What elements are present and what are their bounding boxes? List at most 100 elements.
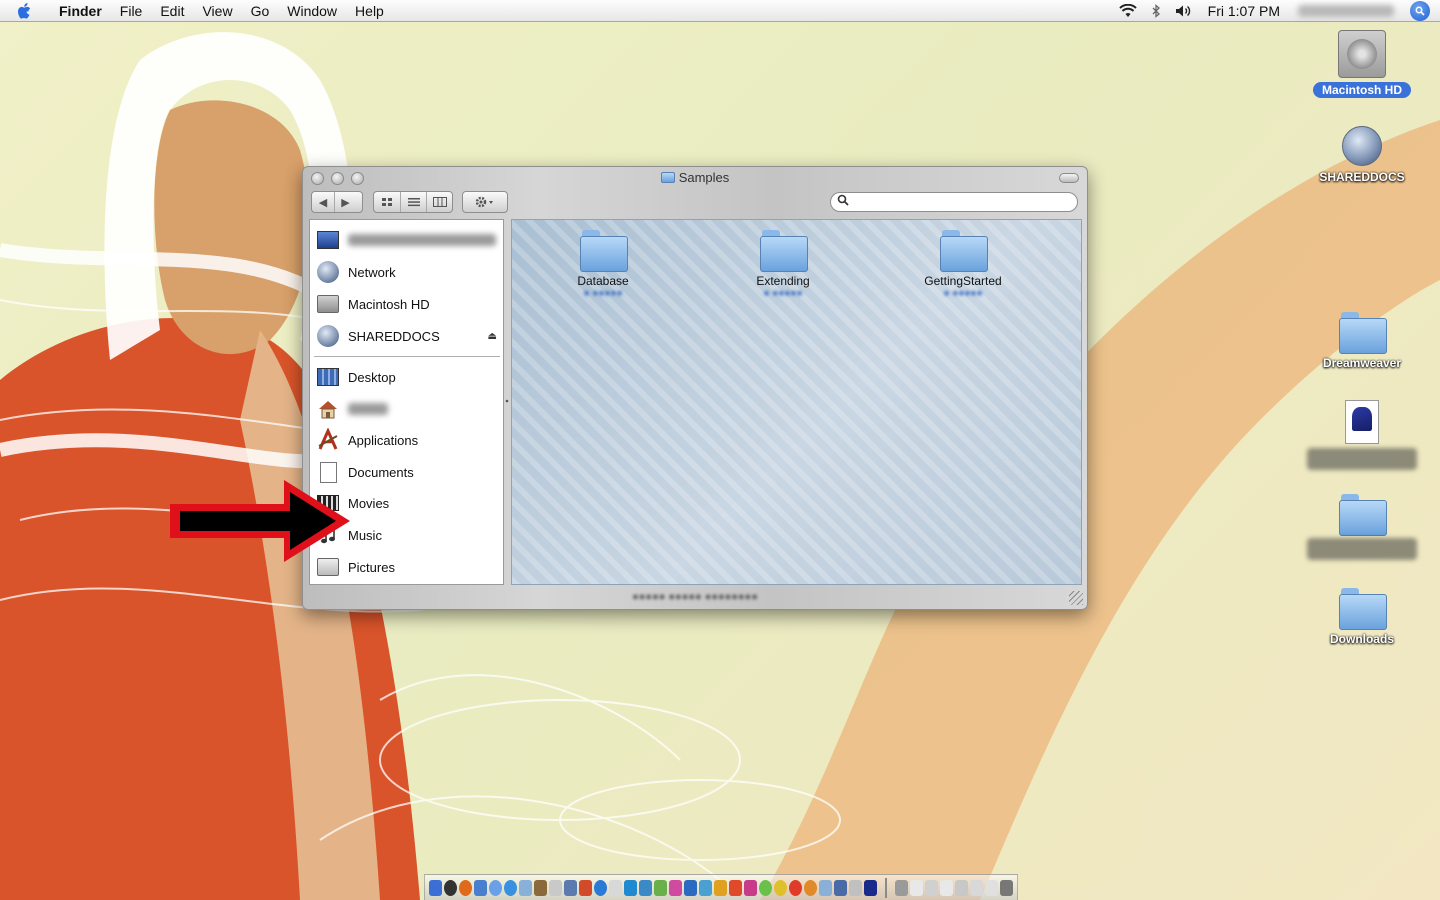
dock-minimized-window-icon[interactable] [910, 879, 923, 896]
dock-itunes-icon[interactable] [549, 879, 562, 896]
user-name-blurred[interactable] [1298, 5, 1394, 17]
trash-icon[interactable] [1000, 879, 1013, 896]
desktop-icon-shareddocs[interactable]: SHAREDDOCS [1302, 126, 1422, 184]
dock-safari-icon[interactable] [504, 879, 517, 896]
sidebar-split-handle[interactable] [505, 397, 509, 405]
search-input[interactable] [853, 195, 1063, 209]
dock-minimized-window-icon[interactable] [985, 879, 998, 896]
dock-app-icon[interactable] [519, 879, 532, 896]
sidebar-item-macintosh-hd[interactable]: Macintosh HD [310, 289, 503, 319]
dock-app-icon[interactable] [474, 879, 487, 896]
file-item-gettingstarted[interactable]: GettingStarted ● ●●●●● [903, 230, 1023, 299]
dock-app-icon[interactable] [729, 879, 742, 896]
sidebar-item-home[interactable] [310, 394, 503, 424]
file-browser-content: Database ● ●●●●● Extending ● ●●●●● Getti… [511, 219, 1082, 585]
sidebar-item-shareddocs[interactable]: SHAREDDOCS ⏏ [310, 321, 503, 351]
file-item-database[interactable]: Database ● ●●●●● [543, 230, 663, 299]
file-item-count-blurred: ● ●●●●● [583, 288, 623, 299]
window-title-text: Samples [678, 170, 730, 185]
network-volume-icon [1342, 126, 1382, 166]
menu-clock[interactable]: Fri 1:07 PM [1198, 3, 1290, 19]
sidebar-item-label: Desktop [348, 369, 396, 385]
dock-firefox-icon[interactable] [459, 879, 472, 896]
dock [424, 874, 1018, 900]
desktop-icon-document[interactable] [1302, 400, 1422, 470]
menu-view[interactable]: View [193, 0, 241, 22]
dock-app-icon[interactable] [609, 879, 622, 896]
dock-app-icon[interactable] [639, 879, 652, 896]
menu-edit[interactable]: Edit [151, 0, 193, 22]
dock-app-icon[interactable] [819, 879, 832, 896]
sidebar-item-label: Macintosh HD [348, 296, 430, 312]
sidebar-item-applications[interactable]: Applications [310, 425, 503, 455]
search-field[interactable] [830, 192, 1078, 212]
file-item-name: Extending [756, 274, 810, 288]
apple-menu-icon[interactable] [0, 2, 50, 20]
wifi-icon[interactable] [1114, 0, 1142, 22]
dock-app-icon[interactable] [744, 879, 757, 896]
menu-app-finder[interactable]: Finder [50, 0, 111, 22]
volume-icon[interactable] [1170, 0, 1198, 22]
dock-finder-icon[interactable] [429, 879, 442, 896]
dock-app-icon[interactable] [624, 879, 637, 896]
sidebar-item-desktop[interactable]: Desktop [310, 362, 503, 392]
dock-minimized-window-icon[interactable] [925, 879, 938, 896]
sidebar-item-network[interactable]: Network [310, 257, 503, 287]
dock-app-icon[interactable] [684, 879, 697, 896]
spotlight-icon[interactable] [1410, 1, 1430, 21]
dock-minimized-window-icon[interactable] [955, 879, 968, 896]
column-view-button[interactable] [426, 192, 452, 212]
dock-app-icon[interactable] [714, 879, 727, 896]
dock-app-icon[interactable] [669, 879, 682, 896]
icon-view-button[interactable] [374, 192, 400, 212]
list-view-button[interactable] [400, 192, 426, 212]
dock-app-icon[interactable] [789, 879, 802, 896]
action-menu-button[interactable] [462, 191, 508, 213]
back-button[interactable]: ◀ [312, 192, 334, 212]
dock-app-icon[interactable] [834, 879, 847, 896]
desktop-icon-downloads[interactable]: Downloads [1302, 588, 1422, 646]
window-titlebar[interactable]: Samples [303, 167, 1087, 189]
desktop-icon-folder[interactable] [1302, 494, 1422, 560]
desktop-icon-label: SHAREDDOCS [1319, 170, 1405, 184]
dock-app-icon[interactable] [864, 879, 877, 896]
dock-minimized-window-icon[interactable] [940, 879, 953, 896]
desktop-icon-macintosh-hd[interactable]: Macintosh HD [1302, 30, 1422, 98]
window-title: Samples [303, 170, 1087, 185]
dock-dashboard-icon[interactable] [444, 879, 457, 896]
forward-button[interactable]: ▶ [334, 192, 356, 212]
menu-bar: Finder File Edit View Go Window Help Fri… [0, 0, 1440, 22]
file-item-extending[interactable]: Extending ● ●●●●● [723, 230, 843, 299]
sidebar-item-computer[interactable] [310, 225, 503, 255]
dock-app-icon[interactable] [774, 879, 787, 896]
dock-app-icon[interactable] [759, 879, 772, 896]
dock-minimized-window-icon[interactable] [970, 879, 983, 896]
dock-app-icon[interactable] [654, 879, 667, 896]
dock-app-icon[interactable] [489, 879, 502, 896]
menu-go[interactable]: Go [242, 0, 279, 22]
toolbar-toggle-button[interactable] [1059, 173, 1079, 183]
file-item-name: Database [577, 274, 629, 288]
sidebar-label-blurred [348, 234, 496, 246]
annotation-arrow [170, 480, 350, 562]
eject-icon[interactable]: ⏏ [488, 331, 497, 342]
folder-icon [940, 230, 988, 272]
folder-icon [660, 172, 675, 183]
resize-grip[interactable] [1069, 591, 1083, 605]
dock-app-icon[interactable] [849, 879, 862, 896]
menu-window[interactable]: Window [278, 0, 346, 22]
dock-app-icon[interactable] [564, 879, 577, 896]
dock-app-icon[interactable] [804, 879, 817, 896]
dock-app-icon[interactable] [594, 879, 607, 896]
dock-app-icon[interactable] [699, 879, 712, 896]
dock-minimized-window-icon[interactable] [895, 879, 908, 896]
desktop-icon-label-blurred [1307, 538, 1417, 560]
desktop-icon-dreamweaver[interactable]: Dreamweaver [1302, 312, 1422, 370]
dock-app-icon[interactable] [579, 879, 592, 896]
desktop-icon-label: Downloads [1329, 632, 1394, 646]
menu-help[interactable]: Help [346, 0, 393, 22]
sidebar-label-blurred [348, 403, 388, 415]
dock-app-icon[interactable] [534, 879, 547, 896]
bluetooth-icon[interactable] [1142, 0, 1170, 22]
menu-file[interactable]: File [111, 0, 152, 22]
